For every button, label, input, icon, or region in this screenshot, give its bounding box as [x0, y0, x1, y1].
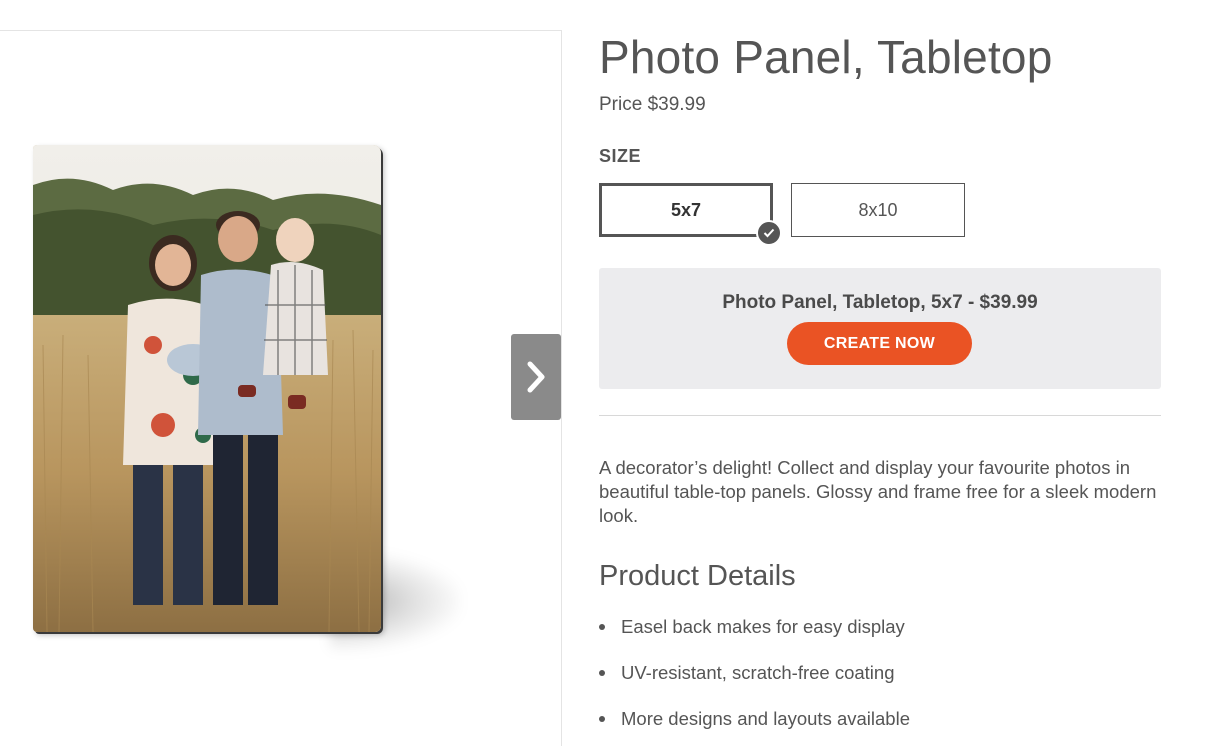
bullet-icon	[599, 624, 605, 630]
product-description: A decorator’s delight! Collect and displ…	[599, 457, 1157, 526]
size-option-8x10[interactable]: 8x10	[791, 183, 965, 237]
feature-list: Easel back makes for easy display UV-res…	[599, 612, 910, 750]
size-option-label: 8x10	[858, 199, 898, 220]
product-price: Price $39.99	[599, 94, 706, 115]
bullet-icon	[599, 716, 605, 722]
bullet-icon	[599, 670, 605, 676]
product-details-heading: Product Details	[599, 560, 796, 592]
list-item: UV-resistant, scratch-free coating	[599, 658, 910, 704]
product-title: Photo Panel, Tabletop	[599, 31, 1053, 83]
size-label: SIZE	[599, 146, 642, 166]
list-item: More designs and layouts available	[599, 704, 910, 750]
list-item: Easel back makes for easy display	[599, 612, 910, 658]
order-summary: Photo Panel, Tabletop, 5x7 - $39.99 CREA…	[599, 268, 1161, 389]
product-image	[33, 145, 381, 632]
feature-text: UV-resistant, scratch-free coating	[621, 662, 895, 683]
checkmark-icon	[756, 220, 782, 246]
feature-text: More designs and layouts available	[621, 708, 910, 729]
next-image-button[interactable]	[511, 334, 561, 420]
feature-text: Easel back makes for easy display	[621, 616, 905, 637]
size-option-label: 5x7	[670, 199, 702, 220]
divider	[599, 415, 1161, 416]
size-option-5x7[interactable]: 5x7	[599, 183, 782, 246]
create-now-button[interactable]: CREATE NOW	[787, 322, 972, 365]
product-gallery	[0, 30, 562, 746]
chevron-right-icon	[527, 361, 545, 393]
summary-text: Photo Panel, Tabletop, 5x7 - $39.99	[722, 292, 1038, 313]
